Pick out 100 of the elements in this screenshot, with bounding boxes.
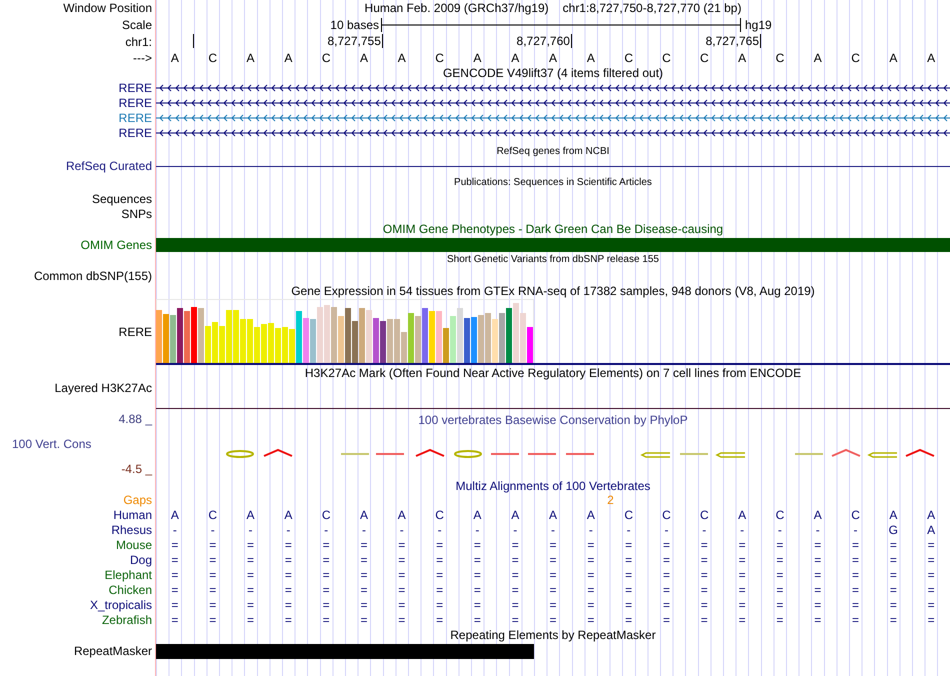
alignment-base: - <box>210 524 215 536</box>
alignment-base: = <box>398 598 406 610</box>
alignment-base: = <box>814 568 822 580</box>
alignment-base: A <box>738 508 746 520</box>
alignment-base: - <box>854 524 858 536</box>
track-label[interactable]: Layered H3K27Ac <box>54 382 152 394</box>
track-label[interactable]: RepeatMasker <box>74 645 152 657</box>
row-label[interactable]: Scale <box>122 18 152 30</box>
gene-strand-line[interactable] <box>156 98 950 108</box>
track-title: Repeating Elements by RepeatMasker <box>450 629 656 641</box>
track-label[interactable]: RERE <box>118 96 152 108</box>
alignment-base: = <box>171 614 178 626</box>
alignment-base: = <box>247 554 254 566</box>
species-label[interactable]: Zebrafish <box>102 614 152 626</box>
alignment-base: = <box>550 554 557 566</box>
alignment-base: = <box>700 584 708 596</box>
alignment-base: = <box>247 598 254 610</box>
alignment-base: = <box>700 614 708 626</box>
alignment-base: = <box>474 538 481 550</box>
alignment-base: = <box>322 568 330 580</box>
track-label[interactable]: RERE <box>118 82 152 94</box>
alignment-base: - <box>740 524 744 536</box>
alignment-base: = <box>625 584 632 596</box>
sequence-base: C <box>435 52 444 64</box>
alignment-base: = <box>814 614 822 626</box>
track-label[interactable]: RefSeq Curated <box>66 160 152 172</box>
alignment-base: = <box>625 598 632 610</box>
alignment-base: = <box>587 614 594 626</box>
alignment-base: C <box>435 508 444 520</box>
alignment-base: = <box>322 598 330 610</box>
alignment-base: - <box>248 524 253 536</box>
alignment-base: = <box>171 584 178 596</box>
alignment-base: = <box>814 598 822 610</box>
alignment-base: = <box>700 538 708 550</box>
gene-strand-line[interactable] <box>156 128 950 138</box>
alignment-base: - <box>551 524 556 536</box>
sequence-base: A <box>814 52 822 64</box>
sequence-base: C <box>208 52 218 64</box>
sequence-base: A <box>927 52 936 64</box>
track-title: Multiz Alignments of 100 Vertebrates <box>456 480 650 492</box>
track-label[interactable]: RERE <box>118 112 152 124</box>
track-label[interactable]: RERE <box>118 326 152 338</box>
alignment-base: = <box>662 568 670 580</box>
alignment-base: = <box>587 538 594 550</box>
alignment-base: = <box>360 584 368 596</box>
alignment-base: = <box>662 614 670 626</box>
alignment-base: = <box>436 584 444 596</box>
phenotype-bar[interactable] <box>156 238 950 252</box>
track-label[interactable]: OMIM Genes <box>80 238 152 250</box>
track-label[interactable]: SNPs <box>121 208 152 220</box>
alignment-base: = <box>890 554 897 566</box>
sequence-base: A <box>246 52 255 64</box>
alignment-base: = <box>436 538 444 550</box>
track-label[interactable]: Sequences <box>92 192 152 204</box>
track-label[interactable]: Common dbSNP(155) <box>34 270 152 282</box>
alignment-base: = <box>284 598 292 610</box>
alignment-base: = <box>928 598 935 610</box>
alignment-base: = <box>662 538 670 550</box>
sequence-base: A <box>170 52 179 64</box>
alignment-base: = <box>247 614 254 626</box>
alignment-base: = <box>928 614 935 626</box>
species-label[interactable]: Mouse <box>116 538 152 550</box>
sequence-base: A <box>549 52 558 64</box>
alignment-base: = <box>360 554 368 566</box>
row-label[interactable]: Window Position <box>63 2 152 14</box>
row-label[interactable]: ---> <box>133 52 152 64</box>
alignment-base: = <box>776 598 784 610</box>
alignment-base: = <box>890 598 897 610</box>
alignment-base: = <box>512 538 519 550</box>
alignment-base: C <box>624 508 633 520</box>
row-label[interactable]: chr1: <box>125 36 152 48</box>
alignment-base: = <box>776 538 784 550</box>
ruler-position: 8,727,765 <box>706 34 761 48</box>
alignment-base: - <box>475 524 480 536</box>
alignment-base: = <box>890 538 897 550</box>
alignment-base: = <box>474 614 481 626</box>
alignment-base: A <box>284 508 292 520</box>
species-label[interactable]: Elephant <box>104 568 152 580</box>
track-title: H3K27Ac Mark (Often Found Near Active Regulatory Elements) on 7 cell lines from ENCODE <box>304 367 802 379</box>
track-label[interactable]: 100 Vert. Cons <box>12 437 92 451</box>
repeat-element-bar[interactable] <box>156 644 534 658</box>
alignment-base: = <box>512 614 519 626</box>
alignment-base: = <box>322 614 330 626</box>
species-label[interactable]: Human <box>113 508 152 520</box>
alignment-base: = <box>814 554 822 566</box>
alignment-base: = <box>284 584 292 596</box>
alignment-base: = <box>436 614 444 626</box>
alignment-base: = <box>322 538 330 550</box>
alignment-base: = <box>436 554 444 566</box>
species-label[interactable]: Chicken <box>108 584 152 596</box>
alignment-base: A <box>398 508 406 520</box>
alignment-base: = <box>738 614 746 626</box>
gene-strand-line[interactable] <box>156 82 950 92</box>
track-label[interactable]: RERE <box>118 126 152 138</box>
species-label[interactable]: X_tropicalis <box>90 598 152 610</box>
alignment-base: = <box>625 614 632 626</box>
alignment-base: = <box>322 554 330 566</box>
alignment-base: = <box>512 568 519 580</box>
species-label[interactable]: Rhesus <box>111 524 152 536</box>
species-label[interactable]: Dog <box>130 554 152 566</box>
